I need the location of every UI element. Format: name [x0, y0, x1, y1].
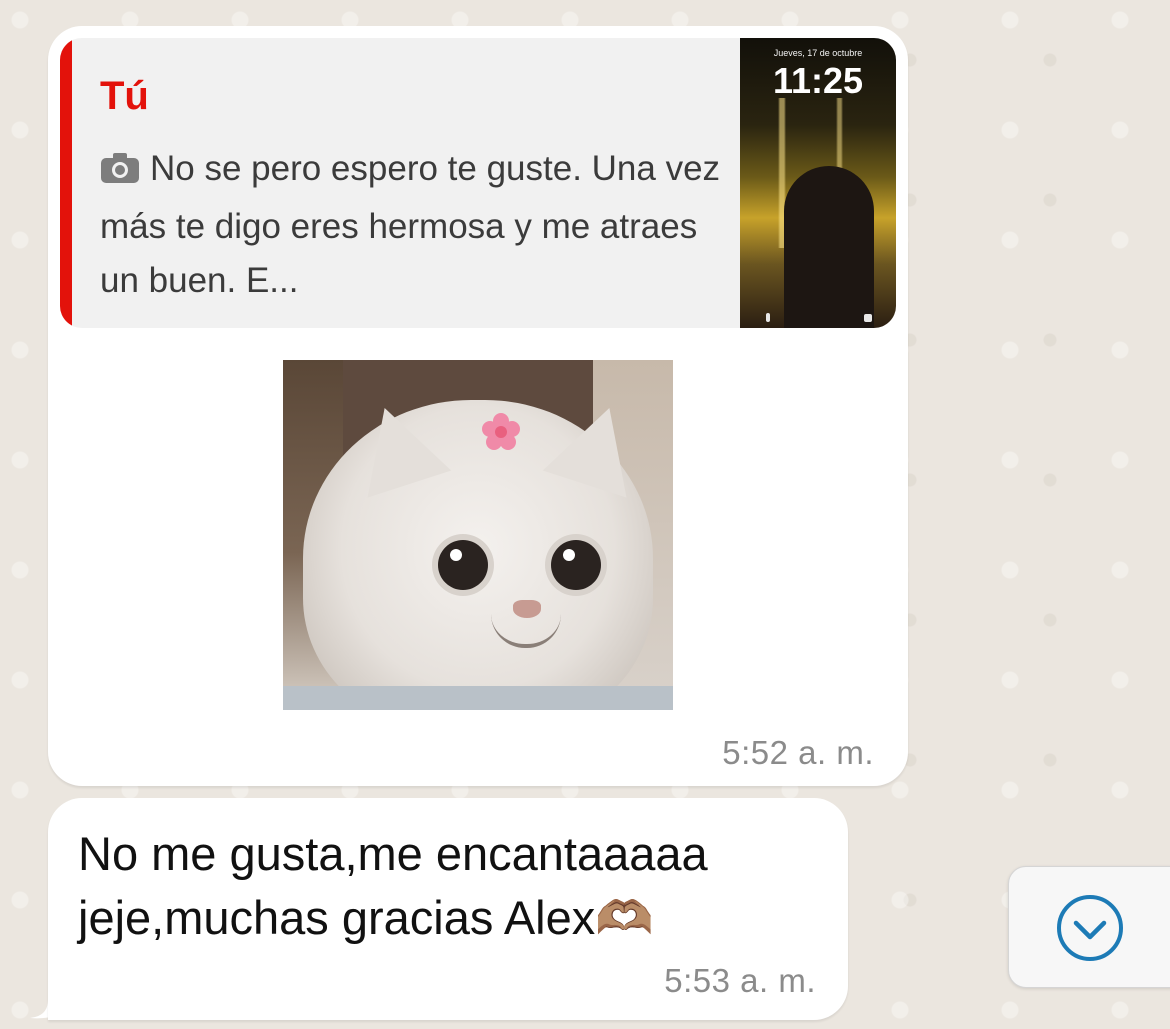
chevron-down-icon — [1057, 895, 1123, 961]
message-timestamp: 5:53 a. m. — [664, 962, 816, 999]
scroll-to-bottom-button[interactable] — [1008, 866, 1170, 988]
cat-face — [303, 394, 653, 710]
quote-author: Tú — [100, 74, 149, 118]
cat-sticker[interactable] — [283, 360, 673, 710]
flashlight-icon — [766, 313, 770, 322]
camera-icon — [100, 146, 140, 200]
lockscreen-camera-icon — [864, 314, 872, 322]
reply-quote[interactable]: Tú No se pero espero te guste. Una vez m… — [60, 38, 896, 328]
flower-icon — [482, 413, 520, 450]
thumbnail-time: 11:25 — [772, 60, 864, 101]
quote-thumbnail: Jueves, 17 de octubre 11:25 — [740, 38, 896, 328]
quote-accent-bar — [60, 38, 72, 328]
cat-ear-left — [342, 394, 452, 498]
thumbnail-date: Jueves, 17 de octubre — [773, 48, 863, 58]
message-bubble-text[interactable]: No me gusta,me encantaaaaa jeje,muchas g… — [48, 798, 848, 1020]
cat-eye-left — [438, 540, 488, 590]
message-bubble-sticker[interactable]: Tú No se pero espero te guste. Una vez m… — [48, 26, 908, 786]
cat-eye-right — [551, 540, 601, 590]
sticker-bottom-strip — [283, 686, 673, 710]
cat-smile — [491, 614, 561, 648]
message-timestamp: 5:52 a. m. — [722, 734, 874, 771]
thumbnail-person — [784, 166, 874, 328]
quote-text: No se pero espero te guste. Una vez más … — [100, 149, 721, 300]
quote-text-block: No se pero espero te guste. Una vez más … — [100, 142, 730, 308]
message-text: No me gusta,me encantaaaaa jeje,muchas g… — [78, 827, 708, 944]
